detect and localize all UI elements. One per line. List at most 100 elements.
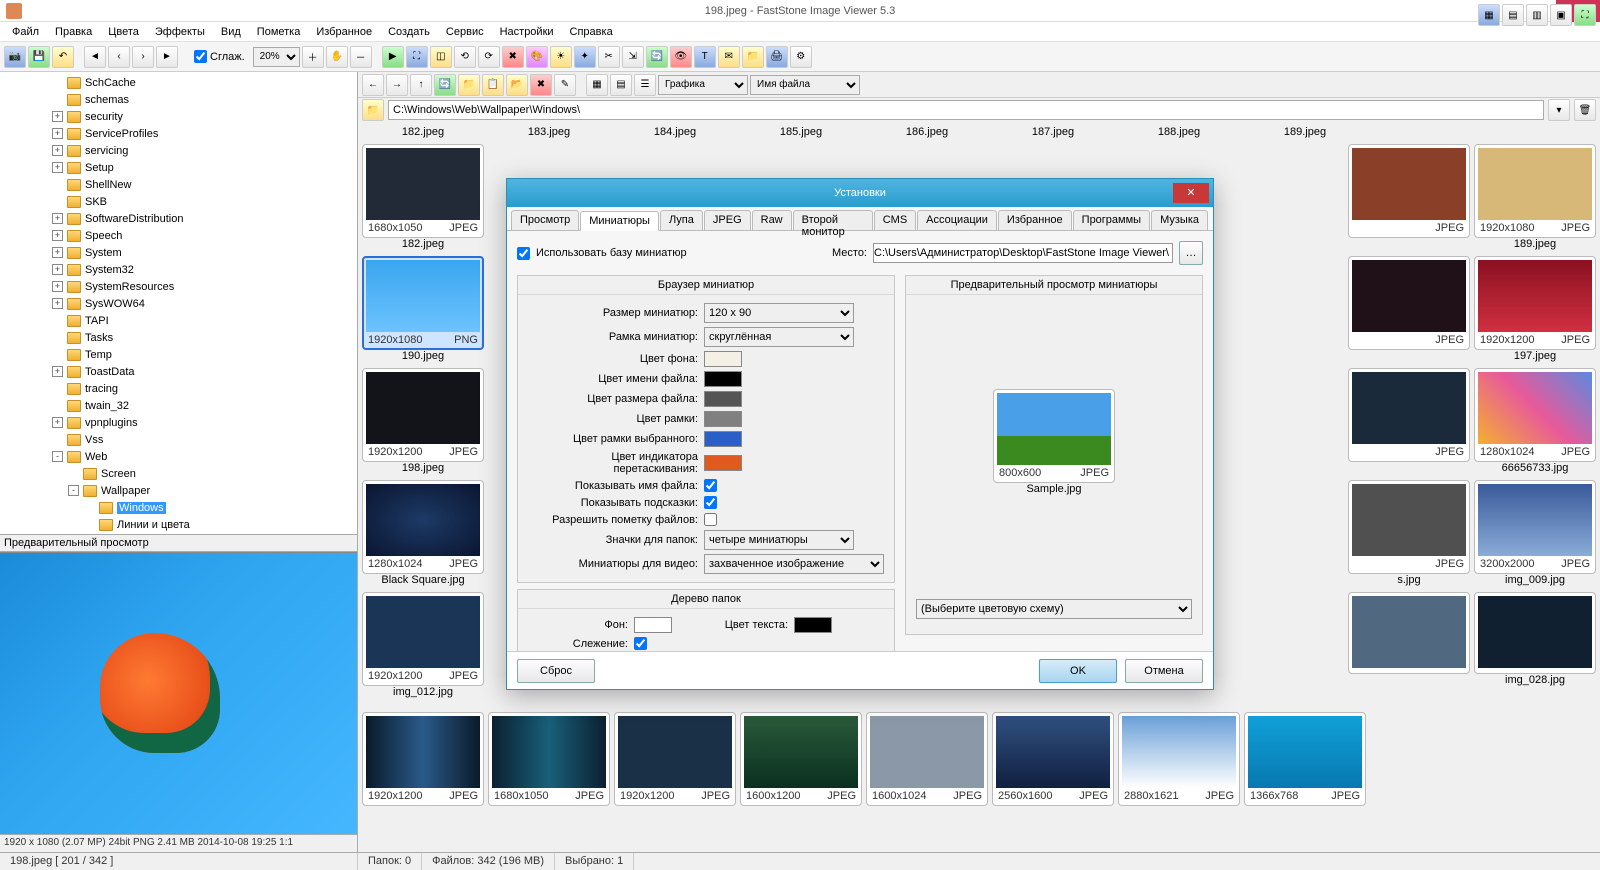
thumb-size-select[interactable]: 120 x 90 xyxy=(704,303,854,323)
nav-refresh-icon[interactable]: 🔄 xyxy=(434,74,456,96)
tree-node[interactable]: tracing xyxy=(4,380,357,397)
tab-Избранное[interactable]: Избранное xyxy=(998,210,1072,230)
compare-icon[interactable]: ◫ xyxy=(430,46,452,68)
fullscreen2-icon[interactable]: ⛶ xyxy=(1574,4,1596,26)
nav-up-icon[interactable]: ↑ xyxy=(410,74,432,96)
tree-node[interactable]: +ServiceProfiles xyxy=(4,125,357,142)
tab-Программы[interactable]: Программы xyxy=(1073,210,1150,230)
trash-icon[interactable]: 🗑 xyxy=(1574,99,1596,121)
tab-CMS[interactable]: CMS xyxy=(874,210,916,230)
foldericons-select[interactable]: четыре миниатюры xyxy=(704,530,854,550)
nav-last-icon[interactable]: ► xyxy=(156,46,178,68)
thumbnail[interactable]: JPEG xyxy=(1348,368,1470,476)
tree-node[interactable]: +Setup xyxy=(4,159,357,176)
view-mode2-icon[interactable]: ▤ xyxy=(1502,4,1524,26)
reset-button[interactable]: Сброс xyxy=(517,659,595,683)
path-input[interactable] xyxy=(388,100,1544,120)
place-browse-button[interactable]: … xyxy=(1179,241,1203,265)
tree-node[interactable]: ShellNew xyxy=(4,176,357,193)
folder-tree[interactable]: SchCacheschemas+security+ServiceProfiles… xyxy=(0,72,357,534)
nav-forward-icon[interactable]: → xyxy=(386,74,408,96)
tree-node[interactable]: schemas xyxy=(4,91,357,108)
tree-node[interactable]: Линии и цвета xyxy=(4,516,357,533)
zoom-in-icon[interactable]: ＋ xyxy=(302,46,324,68)
zoom-out-icon[interactable]: － xyxy=(350,46,372,68)
view-mode3-icon[interactable]: ▥ xyxy=(1526,4,1548,26)
nav-delete-icon[interactable]: ✖ xyxy=(530,74,552,96)
settings-icon[interactable]: ⚙ xyxy=(790,46,812,68)
tab-Лупа[interactable]: Лупа xyxy=(660,210,703,230)
tree-node[interactable]: SchCache xyxy=(4,74,357,91)
tree-node[interactable]: +security xyxy=(4,108,357,125)
view-mode1-icon[interactable]: ▦ xyxy=(1478,4,1500,26)
tree-node[interactable]: SKB xyxy=(4,193,357,210)
tree-node[interactable]: Temp xyxy=(4,346,357,363)
tree-node[interactable]: +Speech xyxy=(4,227,357,244)
tree-node[interactable]: Windows xyxy=(4,499,357,516)
nav-prev-icon[interactable]: ‹ xyxy=(108,46,130,68)
thumbnail[interactable]: 2880x1621JPEG xyxy=(1118,712,1240,820)
tree-node[interactable]: Screen xyxy=(4,465,357,482)
dim-color-swatch[interactable] xyxy=(704,391,742,407)
path-dropdown-icon[interactable]: ▾ xyxy=(1548,99,1570,121)
nav-rename-icon[interactable]: ✎ xyxy=(554,74,576,96)
thumbnail[interactable]: 1920x1080JPEG189.jpeg xyxy=(1474,144,1596,252)
menu-Настройки[interactable]: Настройки xyxy=(494,24,560,40)
fullscreen-icon[interactable]: ⛶ xyxy=(406,46,428,68)
color-scheme-select[interactable]: (Выберите цветовую схему) xyxy=(916,599,1192,619)
thumbnail[interactable]: 1280x1024JPEGBlack Square.jpg xyxy=(362,480,484,588)
thumbnail[interactable]: 1600x1024JPEG xyxy=(866,712,988,820)
tree-node[interactable]: -Web xyxy=(4,448,357,465)
thumbview3-icon[interactable]: ☰ xyxy=(634,74,656,96)
use-thumbdb-checkbox[interactable] xyxy=(517,247,530,260)
tree-node[interactable]: +servicing xyxy=(4,142,357,159)
path-folder-icon[interactable]: 📁 xyxy=(362,99,384,121)
tree-node[interactable]: +SysWOW64 xyxy=(4,295,357,312)
tree-node[interactable]: +vpnplugins xyxy=(4,414,357,431)
palette-icon[interactable]: 🎨 xyxy=(526,46,548,68)
tree-node[interactable]: +SoftwareDistribution xyxy=(4,210,357,227)
thumbnail[interactable]: 1920x1080PNG190.jpeg xyxy=(362,256,484,364)
brightness-icon[interactable]: ☀ xyxy=(550,46,572,68)
menu-Правка[interactable]: Правка xyxy=(49,24,98,40)
mail-icon[interactable]: ✉ xyxy=(718,46,740,68)
filetype-filter[interactable]: Графика xyxy=(658,75,748,95)
thumbnail[interactable]: 1680x1050JPEG xyxy=(488,712,610,820)
smoothing-checkbox[interactable] xyxy=(194,50,207,63)
nav-move-icon[interactable]: 📂 xyxy=(506,74,528,96)
thumb-frame-select[interactable]: скруглённая xyxy=(704,327,854,347)
thumbview2-icon[interactable]: ▤ xyxy=(610,74,632,96)
showname-checkbox[interactable] xyxy=(704,479,717,492)
menu-Избранное[interactable]: Избранное xyxy=(310,24,378,40)
thumbnail[interactable]: 1920x1200JPEGimg_012.jpg xyxy=(362,592,484,700)
thumbnail[interactable] xyxy=(1348,592,1470,688)
folder-icon[interactable]: 📁 xyxy=(742,46,764,68)
tree-node[interactable]: twain_32 xyxy=(4,397,357,414)
selborder-color-swatch[interactable] xyxy=(704,431,742,447)
thumbnail[interactable]: JPEGs.jpg xyxy=(1348,480,1470,588)
tree-text-swatch[interactable] xyxy=(794,617,832,633)
rotate-right-icon[interactable]: ⟳ xyxy=(478,46,500,68)
print-icon[interactable]: 🖨 xyxy=(766,46,788,68)
save-icon[interactable]: 💾 xyxy=(28,46,50,68)
delete-icon[interactable]: ✖ xyxy=(502,46,524,68)
dialog-titlebar[interactable]: Установки ✕ xyxy=(507,179,1213,207)
nav-first-icon[interactable]: ◄ xyxy=(84,46,106,68)
thumbnail[interactable]: JPEG xyxy=(1348,256,1470,364)
tree-node[interactable]: -Wallpaper xyxy=(4,482,357,499)
tree-node[interactable]: +System xyxy=(4,244,357,261)
crop-icon[interactable]: ✂ xyxy=(598,46,620,68)
thumbnail[interactable]: 1920x1200JPEG198.jpeg xyxy=(362,368,484,476)
cancel-button[interactable]: Отмена xyxy=(1125,659,1203,683)
view-mode4-icon[interactable]: ▣ xyxy=(1550,4,1572,26)
tree-bg-swatch[interactable] xyxy=(634,617,672,633)
slideshow-icon[interactable]: ▶ xyxy=(382,46,404,68)
drag-color-swatch[interactable] xyxy=(704,455,742,471)
resize-icon[interactable]: ⇲ xyxy=(622,46,644,68)
thumbnail[interactable]: 1366x768JPEG xyxy=(1244,712,1366,820)
menu-Цвета[interactable]: Цвета xyxy=(102,24,145,40)
thumbnail[interactable]: img_028.jpg xyxy=(1474,592,1596,688)
menu-Вид[interactable]: Вид xyxy=(215,24,247,40)
thumbnail[interactable]: JPEG xyxy=(1348,144,1470,252)
marks-checkbox[interactable] xyxy=(704,513,717,526)
